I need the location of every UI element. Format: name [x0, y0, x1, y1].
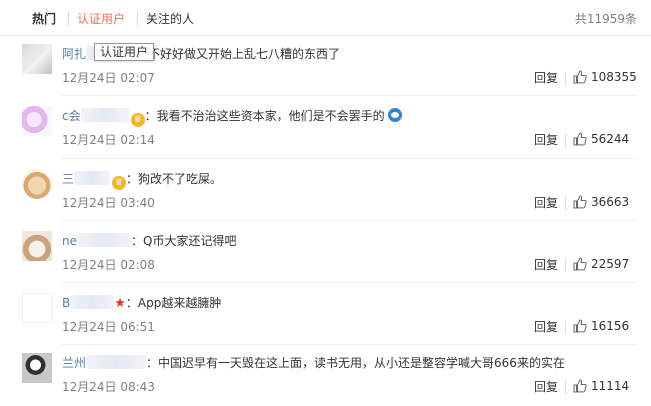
comment-item: 三 ♛ ：狗改不了吃屎。 12月24日 03:40 回复 36663 [0, 169, 651, 227]
thumbs-up-icon [573, 195, 587, 209]
like-button[interactable]: 22597 [573, 256, 629, 274]
tab-divider [68, 12, 69, 26]
comment-item: 兰州 ：中国迟早有一天毁在这上面，读书无用，从小还是整容学喊大哥666来的实在 1… [0, 353, 651, 406]
comment-separator: ： [144, 109, 157, 123]
comment-content: 我看不治治这些资本家，他们是不会罢手的 [156, 109, 385, 123]
user-avatar[interactable] [22, 293, 52, 323]
certified-user-tooltip: 认证用户 [94, 43, 155, 61]
blurred-username [74, 171, 111, 185]
blurred-username [86, 355, 147, 369]
comment-divider [62, 220, 637, 221]
comment-item: c会 ♛ ：我看不治治这些资本家，他们是不会罢手的 12月24日 02:14 回复 … [0, 106, 651, 164]
comment-text: 兰州 ：中国迟早有一天毁在这上面，读书无用，从小还是整容学喊大哥666来的实在 [62, 355, 565, 371]
user-avatar[interactable] [22, 44, 52, 74]
like-button[interactable]: 56244 [573, 131, 629, 149]
reply-button[interactable]: 回复 [534, 257, 558, 273]
comment-username[interactable]: 兰州 [62, 356, 86, 370]
comment-separator: ： [126, 172, 139, 186]
comment-content: 狗改不了吃屎。 [138, 172, 223, 186]
comment-total-count: 共11959条 [574, 12, 637, 26]
comment-item: B ★：App越来越臃肿 12月24日 06:51 回复 16156 [0, 293, 651, 351]
tab-hot[interactable]: 热门 [32, 11, 56, 27]
comment-separator: ： [146, 356, 159, 370]
action-divider [565, 259, 566, 272]
comment-time: 12月24日 03:40 [62, 196, 155, 210]
like-button[interactable]: 108355 [573, 69, 637, 87]
user-avatar[interactable] [22, 353, 52, 383]
comment-text: B ★：App越来越臃肿 [62, 295, 221, 312]
thumbs-up-icon [573, 257, 587, 271]
tab-following[interactable]: 关注的人 [146, 11, 194, 27]
like-count: 56244 [591, 132, 630, 146]
reply-button[interactable]: 回复 [534, 195, 558, 211]
comment-content: 中国迟早有一天毁在这上面，读书无用，从小还是整容学喊大哥666来的实在 [158, 356, 565, 370]
emoji-icon [387, 108, 402, 122]
comment-divider [62, 158, 637, 159]
comment-divider [62, 282, 637, 283]
comment-divider [62, 95, 637, 96]
like-count: 36663 [591, 195, 630, 209]
like-button[interactable]: 16156 [573, 318, 629, 336]
action-divider [565, 321, 566, 334]
comment-content: App越来越臃肿 [137, 296, 222, 310]
comment-filter-tabs: 热门 认证用户 关注的人 共11959条 [0, 0, 651, 36]
user-avatar[interactable] [22, 231, 52, 261]
tab-certified-users[interactable]: 认证用户 [77, 11, 125, 27]
vip-badge-icon: ♛ [130, 113, 145, 127]
like-button[interactable]: 11114 [573, 378, 629, 396]
like-count: 16156 [591, 319, 630, 333]
comment-divider [62, 344, 637, 345]
thumbs-up-icon [573, 379, 587, 393]
tab-divider [137, 12, 138, 26]
comment-time: 12月24日 02:07 [62, 71, 155, 85]
like-count: 11114 [591, 379, 630, 393]
comment-time: 12月24日 08:43 [62, 380, 155, 394]
comment-username[interactable]: 三 [62, 172, 74, 186]
action-divider [565, 381, 566, 394]
comment-username[interactable]: B [62, 296, 70, 310]
like-count: 22597 [591, 257, 630, 271]
thumbs-up-icon [573, 319, 587, 333]
comment-separator: ： [125, 296, 138, 310]
user-avatar[interactable] [22, 106, 52, 136]
thumbs-up-icon [573, 70, 587, 84]
comment-time: 12月24日 02:08 [62, 258, 155, 272]
comment-time: 12月24日 06:51 [62, 320, 155, 334]
reply-button[interactable]: 回复 [534, 379, 558, 395]
user-avatar[interactable] [22, 169, 52, 199]
comment-time: 12月24日 02:14 [62, 133, 155, 147]
comment-text: c会 ♛ ：我看不治治这些资本家，他们是不会罢手的 [62, 108, 402, 127]
action-divider [565, 134, 566, 147]
blurred-username [77, 233, 131, 247]
like-button[interactable]: 36663 [573, 194, 629, 212]
comment-username[interactable]: ne [62, 234, 77, 248]
reply-button[interactable]: 回复 [534, 319, 558, 335]
action-divider [565, 72, 566, 85]
comment-item: ne ：Q币大家还记得吧 12月24日 02:08 回复 22597 [0, 231, 651, 289]
comment-username[interactable]: c会 [62, 109, 81, 123]
action-divider [565, 197, 566, 210]
comment-content: Q币大家还记得吧 [143, 234, 237, 248]
comment-text: ne ：Q币大家还记得吧 [62, 233, 236, 249]
blurred-username [80, 108, 129, 122]
comment-username[interactable]: 阿扎 [62, 47, 86, 61]
like-count: 108355 [591, 70, 637, 84]
reply-button[interactable]: 回复 [534, 70, 558, 86]
thumbs-up-icon [573, 132, 587, 146]
comment-text: 三 ♛ ：狗改不了吃屎。 [62, 171, 222, 190]
reply-button[interactable]: 回复 [534, 132, 558, 148]
blurred-username [70, 295, 115, 309]
comment-separator: ： [131, 234, 144, 248]
vip-badge-icon: ♛ [112, 176, 127, 190]
star-badge-icon: ★ [114, 296, 126, 311]
